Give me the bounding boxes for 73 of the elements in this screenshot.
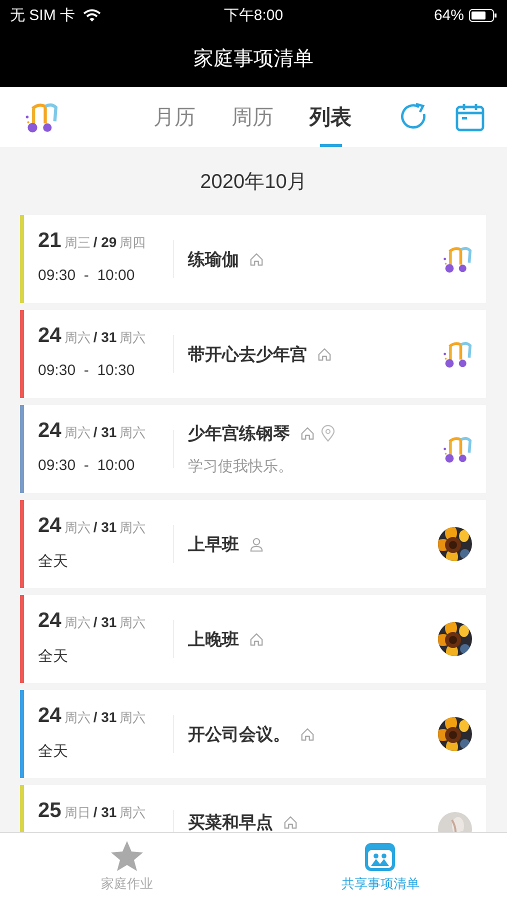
start-day: 25: [38, 799, 62, 823]
start-day: 21: [38, 229, 62, 253]
start-weekday: 周六: [64, 709, 90, 727]
event-time: 全天: [38, 647, 69, 666]
month-heading: 2020年10月: [200, 170, 307, 194]
end-day: / 31: [93, 709, 117, 725]
home-icon: [249, 632, 264, 646]
start-weekday: 周六: [64, 614, 90, 632]
start-weekday: 周六: [64, 519, 90, 537]
event-time: 09:30 - 10:00: [38, 457, 136, 474]
event-title: 买菜和早点: [188, 812, 273, 832]
start-day: 24: [38, 704, 62, 728]
end-weekday: 周六: [120, 709, 146, 727]
event-time: 全天: [38, 552, 69, 571]
start-day: 24: [38, 514, 62, 538]
end-day: / 31: [93, 424, 117, 440]
end-day: / 31: [93, 614, 117, 630]
start-weekday: 周六: [64, 424, 90, 442]
end-weekday: 周六: [120, 424, 146, 442]
event-title: 开公司会议。: [188, 724, 290, 746]
location-pin-icon: [321, 425, 335, 442]
event-card[interactable]: 21 周三 / 29 周四 09:30 - 10:00 练瑜伽: [20, 215, 486, 303]
end-day: / 31: [93, 519, 117, 535]
end-weekday: 周六: [120, 329, 146, 347]
start-day: 24: [38, 324, 62, 348]
music-notes-icon: [442, 339, 472, 369]
clock-time: 下午8:00: [224, 6, 284, 24]
event-card[interactable]: 24 周六 / 31 周六 09:30 - 10:30 带开心去少年宫: [20, 310, 486, 398]
event-card[interactable]: 24 周六 / 31 周六 全天 上晚班: [20, 595, 486, 683]
end-weekday: 周六: [120, 519, 146, 537]
view-tab[interactable]: 月历: [154, 87, 196, 147]
event-title: 上早班: [188, 534, 239, 556]
start-day: 24: [38, 609, 62, 633]
end-day: / 29: [93, 234, 117, 250]
event-time: 09:30 - 10:30: [38, 362, 136, 379]
start-weekday: 周六: [64, 329, 90, 347]
start-weekday: 周三: [64, 234, 90, 252]
end-day: / 31: [93, 329, 117, 345]
star-icon: [110, 840, 144, 872]
end-weekday: 周四: [120, 234, 146, 252]
event-card[interactable]: 25 周日 / 31 周六 买菜和早点: [20, 785, 486, 832]
start-weekday: 周日: [64, 804, 90, 822]
event-time: 09:30 - 10:00: [38, 267, 136, 284]
person-icon: [249, 536, 264, 552]
event-note: 学习使我快乐。: [188, 457, 294, 476]
event-card[interactable]: 24 周六 / 31 周六 全天 上早班: [20, 500, 486, 588]
event-card[interactable]: 24 周六 / 31 周六 09:30 - 10:00 少年宫练钢琴 学习使我快乐。: [20, 405, 486, 493]
home-icon: [283, 815, 298, 830]
home-icon: [300, 726, 315, 742]
event-title: 练瑜伽: [188, 248, 239, 270]
event-card[interactable]: 24 周六 / 31 周六 全天 开公司会议。: [20, 690, 486, 778]
music-notes-icon: [442, 434, 472, 464]
calendar-icon[interactable]: [455, 102, 485, 132]
end-day: / 31: [93, 804, 117, 820]
view-tab[interactable]: 列表: [310, 87, 352, 147]
event-title: 上晚班: [188, 628, 239, 650]
end-weekday: 周六: [120, 804, 146, 822]
battery-icon: [469, 8, 497, 22]
home-icon: [317, 346, 332, 362]
family-calendar-icon: [364, 840, 396, 872]
wifi-icon: [83, 8, 102, 22]
event-title: 少年宫练钢琴: [188, 423, 290, 445]
event-time: 全天: [38, 742, 69, 761]
carrier-label: 无 SIM 卡: [10, 6, 76, 24]
home-icon: [300, 426, 315, 441]
home-icon: [249, 252, 264, 266]
event-title: 带开心去少年宫: [188, 344, 307, 366]
screen-title: 家庭事项清单: [194, 47, 314, 72]
start-day: 24: [38, 419, 62, 443]
end-weekday: 周六: [120, 614, 146, 632]
battery-percent: 64%: [434, 6, 464, 24]
music-notes-icon: [442, 244, 472, 274]
view-tab[interactable]: 周历: [232, 87, 274, 147]
